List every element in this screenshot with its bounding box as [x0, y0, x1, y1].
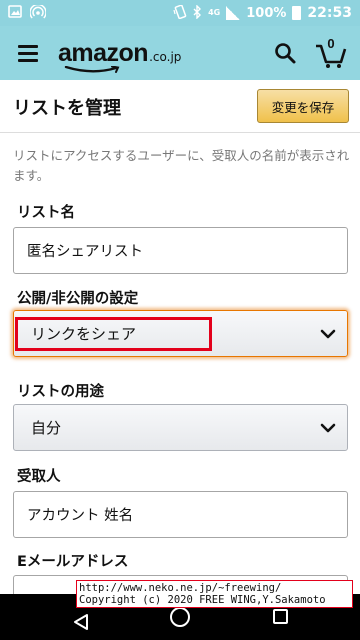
smile-arrow-icon [64, 65, 120, 73]
purpose-label: リストの用途 [17, 384, 104, 400]
copyright-overlay: http://www.neko.ne.jp/~freewing/ Copyrig… [76, 580, 353, 608]
battery-percent: 100% [246, 5, 287, 21]
back-icon[interactable] [72, 613, 90, 631]
annotation-highlight-box [15, 317, 212, 351]
save-changes-button[interactable]: 変更を保存 [257, 89, 349, 123]
overlay-url: http://www.neko.ne.jp/~freewing/ [79, 582, 282, 594]
search-icon[interactable] [270, 38, 300, 68]
logo-suffix: .co.jp [149, 49, 182, 64]
hotspot-icon [29, 3, 47, 22]
signal-icon [226, 6, 241, 20]
network-type: 4G [208, 8, 221, 17]
list-name-input[interactable]: 匿名シェアリスト [13, 227, 348, 274]
purpose-select[interactable]: 自分 [13, 404, 348, 451]
vibrate-icon [173, 4, 187, 22]
privacy-label: 公開/非公開の設定 [17, 291, 139, 307]
description-text: リストにアクセスするユーザーに、受取人の名前が表示されます。 [13, 148, 350, 183]
battery-icon [292, 6, 302, 20]
purpose-select-value: 自分 [31, 419, 62, 437]
menu-icon[interactable] [0, 26, 56, 80]
chevron-down-icon [320, 329, 336, 339]
cart-icon[interactable]: 0 [314, 34, 348, 70]
recipient-label: 受取人 [17, 469, 61, 485]
page-title: リストを管理 [13, 98, 121, 119]
cart-count: 0 [327, 36, 335, 51]
clock: 22:53 [307, 5, 352, 21]
status-bar: 4G 100% 22:53 [0, 0, 360, 26]
bluetooth-icon [193, 3, 202, 22]
chevron-down-icon [320, 423, 336, 433]
recents-icon[interactable] [273, 609, 288, 624]
overlay-copyright: Copyright (c) 2020 FREE WING,Y.Sakamoto [79, 594, 326, 606]
image-icon [8, 5, 22, 21]
email-label: Eメールアドレス [17, 554, 129, 570]
list-name-label: リスト名 [17, 205, 75, 221]
page-heading: リストを管理 変更を保存 [0, 80, 360, 133]
home-icon[interactable] [170, 607, 190, 627]
app-header: amazon .co.jp 0 [0, 26, 360, 80]
amazon-logo[interactable]: amazon .co.jp [58, 38, 182, 73]
logo-text: amazon [58, 38, 149, 67]
recipient-input[interactable]: アカウント 姓名 [13, 491, 348, 538]
